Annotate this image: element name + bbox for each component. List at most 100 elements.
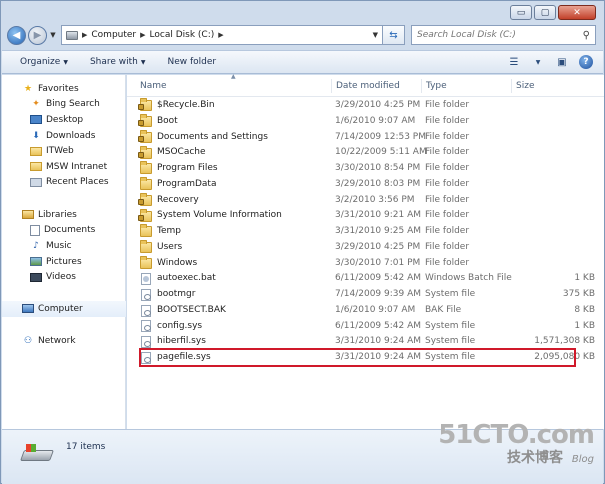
- file-row[interactable]: MSOCache 10/22/2009 5:11 AM File folder: [127, 145, 604, 161]
- file-row[interactable]: ProgramData 3/29/2010 8:03 PM File folder: [127, 177, 604, 193]
- view-options-icon[interactable]: ☰: [507, 56, 521, 69]
- libraries-header[interactable]: Libraries: [2, 207, 126, 223]
- file-type: System file: [425, 289, 476, 299]
- sidebar-item-computer[interactable]: Computer: [2, 301, 126, 317]
- column-header-type[interactable]: Type: [421, 79, 511, 93]
- sidebar-item-itweb[interactable]: ITWeb: [2, 143, 126, 159]
- sidebar-item-label: Desktop: [46, 114, 84, 125]
- sidebar-item-label: Music: [46, 240, 72, 251]
- file-name-cell[interactable]: Boot: [138, 114, 178, 130]
- maximize-button[interactable]: ▢: [534, 5, 556, 20]
- sidebar-item-msw-intranet[interactable]: MSW Intranet: [2, 159, 126, 175]
- sidebar-item-bing-search[interactable]: ✦ Bing Search: [2, 97, 126, 113]
- file-row[interactable]: Documents and Settings 7/14/2009 12:53 PM…: [127, 129, 604, 146]
- file-name-cell[interactable]: $Recycle.Bin: [138, 98, 215, 114]
- search-box[interactable]: ⚲: [411, 25, 596, 45]
- back-button[interactable]: ◀: [7, 25, 26, 45]
- search-input[interactable]: [417, 30, 583, 40]
- sidebar-item-music[interactable]: ♪ Music: [2, 238, 126, 254]
- column-header-size[interactable]: Size: [511, 79, 571, 93]
- sidebar-item-label: ITWeb: [46, 146, 74, 157]
- file-name-cell[interactable]: MSOCache: [138, 145, 206, 161]
- file-name-cell[interactable]: Temp: [140, 224, 181, 240]
- file-name-cell[interactable]: Documents and Settings: [138, 129, 268, 146]
- navigation-pane: ★ Favorites ✦ Bing Search Desktop ⬇ Down…: [2, 75, 126, 429]
- videos-icon: [30, 272, 42, 282]
- chevron-right-icon[interactable]: ▶: [218, 31, 223, 39]
- chevron-down-icon[interactable]: ▼: [531, 56, 545, 69]
- item-count: 17 items: [66, 442, 106, 452]
- file-row[interactable]: autoexec.bat 6/11/2009 5:42 AM Windows Bat…: [127, 271, 604, 287]
- file-row[interactable]: Users 3/29/2010 4:25 PM File folder: [127, 240, 604, 256]
- file-row[interactable]: BOOTSECT.BAK 1/6/2010 9:07 AM BAK File 8 KB: [127, 303, 604, 319]
- refresh-button[interactable]: ⇆: [383, 25, 405, 45]
- folder-locked-icon: [138, 114, 152, 128]
- file-row[interactable]: hiberfil.sys 3/31/2010 9:24 AM System file…: [127, 334, 604, 350]
- file-name-cell[interactable]: Windows: [140, 255, 197, 272]
- address-bar[interactable]: ▶ Computer ▶ Local Disk (C:) ▶ ▼: [61, 25, 383, 45]
- address-dropdown-icon[interactable]: ▼: [373, 31, 378, 39]
- file-row[interactable]: pagefile.sys 3/31/2010 9:24 AM System file…: [127, 350, 604, 366]
- file-name-cell[interactable]: Program Files: [140, 161, 218, 177]
- sidebar-item-label: Documents: [44, 225, 96, 236]
- forward-button[interactable]: ▶: [28, 25, 47, 45]
- file-name-cell[interactable]: Users: [140, 240, 182, 256]
- sidebar-item-label: Recent Places: [46, 177, 109, 188]
- sidebar-item-documents[interactable]: Documents: [2, 223, 126, 239]
- chevron-right-icon[interactable]: ▶: [140, 31, 145, 39]
- sidebar-item-network[interactable]: ⚇ Network: [2, 333, 126, 349]
- column-header-name[interactable]: Name: [136, 79, 334, 93]
- file-list: ▲ Name Date modified Type Size $Recycle.…: [127, 73, 604, 429]
- file-size: 2,095,080 KB: [534, 352, 595, 362]
- file-type: File folder: [425, 226, 470, 236]
- bing-icon: ✦: [32, 99, 40, 110]
- column-header-date-modified[interactable]: Date modified: [331, 79, 421, 93]
- file-name: BOOTSECT.BAK: [157, 304, 226, 315]
- file-date: 6/11/2009 5:42 AM: [335, 273, 422, 284]
- file-row[interactable]: Temp 3/31/2010 9:25 AM File folder: [127, 224, 604, 240]
- breadcrumb-local-disk[interactable]: Local Disk (C:): [150, 30, 215, 40]
- preview-pane-icon[interactable]: ▣: [555, 56, 569, 69]
- close-button[interactable]: ✕: [558, 5, 596, 20]
- file-name-cell[interactable]: hiberfil.sys: [140, 334, 206, 350]
- sidebar-item-videos[interactable]: Videos: [2, 269, 126, 285]
- file-row[interactable]: Boot 1/6/2010 9:07 AM File folder: [127, 114, 604, 130]
- file-row[interactable]: $Recycle.Bin 3/29/2010 4:25 PM File folder: [127, 98, 604, 114]
- file-row[interactable]: bootmgr 7/14/2009 9:39 AM System file 375 K…: [127, 287, 604, 303]
- file-date: 1/6/2010 9:07 AM: [335, 304, 416, 315]
- file-name-cell[interactable]: System Volume Information: [138, 208, 282, 224]
- file-name: ProgramData: [157, 178, 217, 189]
- sidebar-item-pictures[interactable]: Pictures: [2, 254, 126, 270]
- file-date: 3/30/2010 8:54 PM: [335, 163, 421, 173]
- file-name: config.sys: [157, 320, 203, 331]
- sidebar-item-recent-places[interactable]: Recent Places: [2, 175, 126, 191]
- file-name-cell[interactable]: ProgramData: [140, 177, 216, 193]
- organize-menu[interactable]: Organize ▼: [20, 57, 68, 67]
- file-name-cell[interactable]: Recovery: [138, 192, 199, 209]
- file-name-cell[interactable]: config.sys: [140, 319, 202, 335]
- new-folder-button[interactable]: New folder: [168, 57, 217, 67]
- arrow-right-icon: ▶: [33, 29, 42, 41]
- search-icon[interactable]: ⚲: [583, 30, 590, 41]
- file-name-cell[interactable]: BOOTSECT.BAK: [140, 303, 226, 319]
- minimize-button[interactable]: ▭: [510, 5, 532, 20]
- breadcrumb-computer[interactable]: Computer: [91, 30, 136, 40]
- file-name-cell[interactable]: bootmgr: [140, 287, 195, 303]
- recent-pages-dropdown[interactable]: ▼: [48, 31, 58, 39]
- file-row[interactable]: Program Files 3/30/2010 8:54 PM File folde…: [127, 161, 604, 177]
- file-name-cell[interactable]: pagefile.sys: [140, 350, 211, 366]
- file-size: 8 KB: [574, 304, 595, 315]
- file-row[interactable]: config.sys 6/11/2009 5:42 AM System file 1 …: [127, 319, 604, 335]
- refresh-icon: ⇆: [389, 29, 398, 41]
- file-row[interactable]: Windows 3/30/2010 7:01 PM File folder: [127, 255, 604, 272]
- file-name-cell[interactable]: autoexec.bat: [140, 271, 216, 287]
- star-icon: ★: [23, 83, 33, 94]
- share-with-menu[interactable]: Share with ▼: [90, 57, 146, 67]
- file-row[interactable]: Recovery 3/2/2010 3:56 PM File folder: [127, 192, 604, 209]
- favorites-header[interactable]: ★ Favorites: [2, 81, 126, 97]
- file-row[interactable]: System Volume Information 3/31/2010 9:21 …: [127, 208, 604, 224]
- file-name: $Recycle.Bin: [157, 100, 215, 110]
- help-icon[interactable]: ?: [579, 55, 593, 69]
- sidebar-item-desktop[interactable]: Desktop: [2, 112, 126, 128]
- sidebar-item-downloads[interactable]: ⬇ Downloads: [2, 128, 126, 144]
